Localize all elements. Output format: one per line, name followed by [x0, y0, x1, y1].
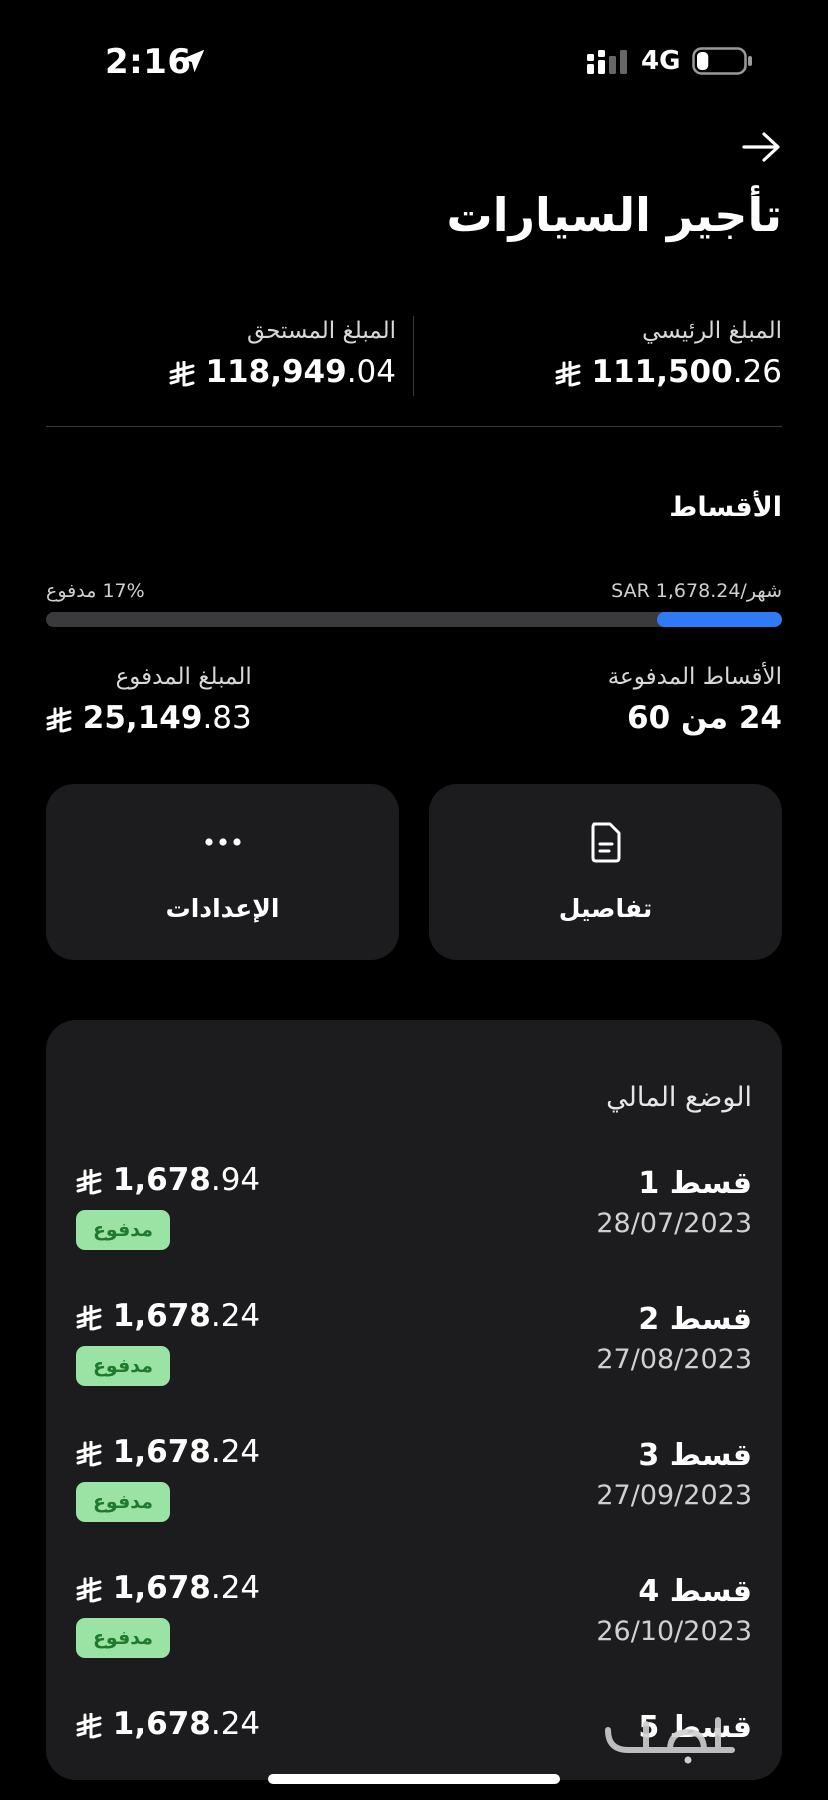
principal-amount-block: المبلغ الرئيسي 111,500.26 [432, 318, 782, 390]
riyal-icon [76, 1304, 102, 1330]
more-icon [204, 838, 241, 846]
status-badge: مدفوع [76, 1482, 170, 1522]
details-button[interactable]: تفاصيل [429, 784, 782, 960]
signal-icon [587, 50, 627, 74]
details-label: تفاصيل [558, 894, 653, 923]
riyal-icon [76, 1440, 102, 1466]
financial-status-card: الوضع المالي قسط 1 28/07/2023 1,678.94 م… [46, 1020, 782, 1780]
haraj-watermark-logo [605, 1717, 735, 1764]
status-badge: مدفوع [76, 1618, 170, 1658]
installment-amount: 1,678.24 [76, 1298, 260, 1334]
installment-amount: 1,678.24 [76, 1570, 260, 1606]
paid-amount-label: المبلغ المدفوع [115, 664, 252, 690]
status-badge: مدفوع [76, 1210, 170, 1250]
installment-amount: 1,678.94 [76, 1162, 260, 1198]
riyal-icon [555, 360, 581, 386]
installment-row[interactable]: قسط 1 28/07/2023 1,678.94 مدفوع [46, 1162, 782, 1302]
settings-label: الإعدادات [165, 894, 280, 923]
due-label: المبلغ المستحق [247, 318, 396, 344]
installment-name: قسط 3 [638, 1438, 752, 1473]
paid-installments-value: 24 من 60 [627, 700, 782, 736]
installment-stats: الأقساط المدفوعة 24 من 60 المبلغ المدفوع… [46, 664, 782, 744]
status-bar: 2:16 4G [0, 0, 828, 120]
page-title: تأجير السيارات [446, 188, 782, 242]
riyal-icon [169, 360, 195, 386]
home-indicator[interactable] [268, 1774, 560, 1784]
back-arrow-icon[interactable] [740, 130, 782, 164]
installment-date: 28/07/2023 [596, 1208, 752, 1239]
installment-name: قسط 4 [638, 1574, 752, 1609]
screen: 2:16 4G تأجير السيارات المبلغ الرئيسي 11… [0, 0, 828, 1800]
installment-amount: 1,678.24 [76, 1434, 260, 1470]
network-type: 4G [641, 46, 681, 76]
installment-name: قسط 1 [638, 1166, 752, 1201]
principal-amount: 111,500.26 [432, 354, 782, 390]
paid-percent: 17% مدفوع [46, 580, 145, 602]
payment-progress-bar [46, 612, 782, 627]
document-icon [591, 822, 620, 863]
paid-amount-block: المبلغ المدفوع 25,149.83 [46, 664, 252, 736]
settings-button[interactable]: الإعدادات [46, 784, 399, 960]
installment-row[interactable]: قسط 4 26/10/2023 1,678.24 مدفوع [46, 1570, 782, 1710]
financial-status-title: الوضع المالي [606, 1082, 752, 1113]
summary-row: المبلغ الرئيسي 111,500.26 المبلغ المستحق… [46, 318, 782, 398]
installment-row[interactable]: قسط 2 27/08/2023 1,678.24 مدفوع [46, 1298, 782, 1438]
location-arrow-icon [181, 49, 205, 73]
installments-title: الأقساط [669, 492, 782, 523]
payment-progress-fill [656, 612, 782, 627]
monthly-amount: SAR 1,678.24/شهر [611, 580, 782, 602]
installment-date: 27/08/2023 [596, 1344, 752, 1375]
riyal-icon [76, 1168, 102, 1194]
riyal-icon [76, 1712, 102, 1738]
paid-amount-value: 25,149.83 [46, 700, 252, 736]
riyal-icon [46, 706, 72, 732]
installment-date: 27/09/2023 [596, 1480, 752, 1511]
status-badge: مدفوع [76, 1346, 170, 1386]
paid-installments-label: الأقساط المدفوعة [607, 664, 782, 690]
installment-name: قسط 2 [638, 1302, 752, 1337]
summary-divider [413, 316, 414, 396]
due-amount-block: المبلغ المستحق 118,949.04 [46, 318, 396, 390]
installment-date: 26/10/2023 [596, 1616, 752, 1647]
due-amount: 118,949.04 [46, 354, 396, 390]
battery-icon [692, 47, 752, 75]
section-divider [46, 426, 782, 427]
installment-row[interactable]: قسط 3 27/09/2023 1,678.24 مدفوع [46, 1434, 782, 1574]
principal-label: المبلغ الرئيسي [642, 318, 782, 344]
installment-amount: 1,678.24 [76, 1706, 260, 1742]
paid-installments-block: الأقساط المدفوعة 24 من 60 [608, 664, 782, 736]
riyal-icon [76, 1576, 102, 1602]
